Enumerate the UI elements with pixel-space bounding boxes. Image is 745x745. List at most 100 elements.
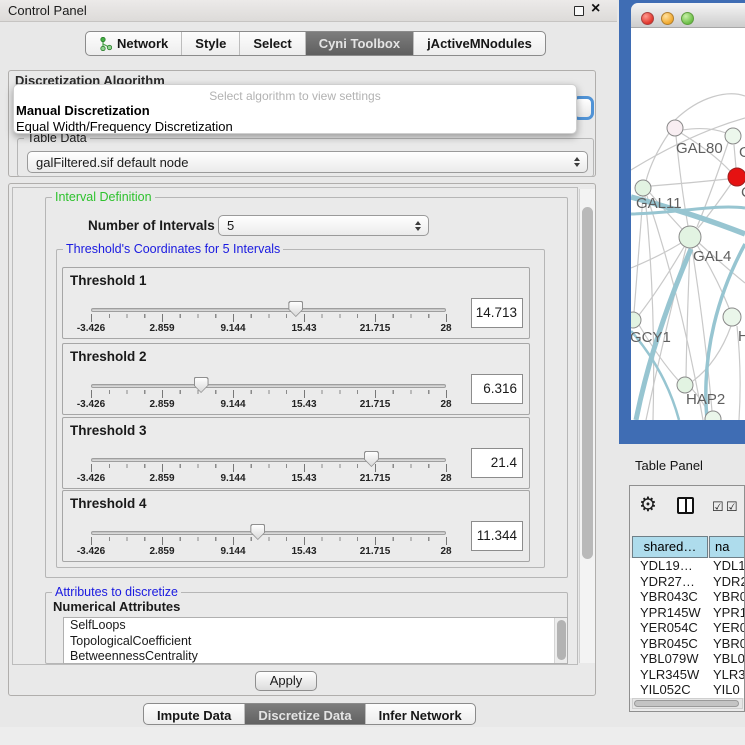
cell-shared-name: YBL079W <box>640 651 699 667</box>
table-row[interactable]: YLR345WYLR3 <box>630 667 745 683</box>
tick-label: -3.426 <box>66 473 116 484</box>
tick-label: -3.426 <box>66 546 116 557</box>
table-row[interactable]: YER054CYER0 <box>630 620 745 636</box>
zoom-traffic-light[interactable] <box>681 12 694 25</box>
column-header-shared[interactable]: shared… <box>632 536 708 558</box>
bottom-tab-bar: Impute Data Discretize Data Infer Networ… <box>143 703 476 725</box>
scrollbar-thumb[interactable] <box>634 700 739 707</box>
checkbox-icon[interactable]: ☑ <box>726 499 738 515</box>
node-gal4[interactable] <box>679 226 701 248</box>
threshold-3-box: Threshold 3 -3.4262.8599.14415.4321.7152… <box>62 417 530 489</box>
table-row[interactable]: YBR045CYBR0 <box>630 636 745 652</box>
gear-icon[interactable]: ⚙ <box>639 492 657 517</box>
tab-select[interactable]: Select <box>239 32 304 55</box>
close-traffic-light[interactable] <box>641 12 654 25</box>
node-gal80[interactable] <box>667 120 683 136</box>
tick-label: 2.859 <box>137 399 187 410</box>
scrollbar-thumb[interactable] <box>582 207 593 559</box>
tick-label: 21.715 <box>350 399 400 410</box>
popup-item-equal-width-frequency[interactable]: Equal Width/Frequency Discretization <box>14 119 576 135</box>
tab-jactivemnodules[interactable]: jActiveMNodules <box>413 32 545 55</box>
settings-vertical-scrollbar[interactable] <box>579 189 595 663</box>
tab-infer-network[interactable]: Infer Network <box>365 704 475 725</box>
tab-impute-data[interactable]: Impute Data <box>144 704 244 725</box>
table-row[interactable]: YPR145W YPR1 <box>630 605 745 621</box>
attributes-list-scrollbar[interactable] <box>554 618 567 663</box>
tab-discretize-data[interactable]: Discretize Data <box>244 704 364 725</box>
cell-name: YBR0 <box>713 636 745 652</box>
column-header-name[interactable]: na <box>709 536 745 558</box>
checkbox-icon[interactable]: ☑ <box>712 499 724 515</box>
numerical-attributes-list[interactable]: SelfLoopsTopologicalCoefficientBetweenne… <box>63 617 568 664</box>
slider-track[interactable] <box>91 308 446 312</box>
cell-name: YPR1 <box>713 605 745 621</box>
number-of-intervals-combobox[interactable]: 5 <box>218 215 429 236</box>
attributes-legend: Attributes to discretize <box>52 585 181 599</box>
table-data-combobox[interactable]: galFiltered.sif default node <box>27 151 588 173</box>
attribute-list-item[interactable]: BetweennessCentrality <box>64 649 567 664</box>
tick-label: 28 <box>421 323 471 334</box>
slider-major-ticks <box>91 390 448 398</box>
tick-label: 15.43 <box>279 473 329 484</box>
table-row[interactable]: YBL079W YBL0 <box>630 651 745 667</box>
tick-label: 9.144 <box>208 399 258 410</box>
slider-track[interactable] <box>91 458 446 462</box>
attribute-list-item[interactable]: SelfLoops <box>64 618 567 634</box>
tick-label: 9.144 <box>208 546 258 557</box>
column-layout-icon[interactable] <box>677 497 694 514</box>
tick-label: 2.859 <box>137 546 187 557</box>
cell-shared-name: YDR27… <box>640 574 695 590</box>
node[interactable] <box>723 308 741 326</box>
tab-select-label: Select <box>253 36 291 51</box>
attribute-list-item[interactable]: TopologicalCoefficient <box>64 634 567 650</box>
threshold-3-value[interactable]: 21.4 <box>471 448 523 478</box>
scrollbar-thumb[interactable] <box>557 620 566 660</box>
thresholds-legend: Threshold's Coordinates for 5 Intervals <box>63 242 283 256</box>
tab-network-label: Network <box>117 36 168 51</box>
network-canvas[interactable]: GAL80 G. GAL11 C GAL4 GCY1 H HAP2 <box>631 28 745 420</box>
tick-label: 28 <box>421 399 471 410</box>
node-label: G. <box>739 144 745 161</box>
threshold-4-box: Threshold 4 -3.4262.8599.14415.4321.7152… <box>62 490 530 562</box>
network-window-titlebar[interactable] <box>631 3 745 28</box>
tick-labels: -3.4262.8599.14415.4321.71528 <box>91 473 447 485</box>
threshold-4-label: Threshold 4 <box>70 496 147 511</box>
popup-item-manual-discretization[interactable]: Manual Discretization <box>14 103 576 119</box>
table-row[interactable]: YDR27…YDR2 <box>630 574 745 590</box>
table-horizontal-scrollbar[interactable] <box>632 698 743 709</box>
threshold-1-box: Threshold 1 -3.4262.8599.14415.4321.7152… <box>62 267 530 339</box>
cell-name: YDL1 <box>713 558 745 574</box>
tab-cyni-toolbox[interactable]: Cyni Toolbox <box>305 32 413 55</box>
tab-impute-data-label: Impute Data <box>157 708 231 723</box>
table-row[interactable]: YIL052CYIL0 <box>630 682 745 698</box>
tab-jactivemnodules-label: jActiveMNodules <box>427 36 532 51</box>
cell-shared-name: YBR043C <box>640 589 698 605</box>
tab-cyni-toolbox-label: Cyni Toolbox <box>319 36 400 51</box>
close-icon[interactable]: × <box>591 0 600 18</box>
popup-hint: Select algorithm to view settings <box>14 85 576 103</box>
apply-button[interactable]: Apply <box>255 671 317 691</box>
float-window-icon[interactable] <box>574 6 584 16</box>
table-row[interactable]: YBR043CYBR0 <box>630 589 745 605</box>
cell-shared-name: YER054C <box>640 620 698 636</box>
tick-labels: -3.4262.8599.14415.4321.71528 <box>91 399 447 411</box>
node-label: GAL4 <box>693 248 731 265</box>
node-gal11[interactable] <box>635 180 651 196</box>
slider-track[interactable] <box>91 384 446 388</box>
threshold-2-label: Threshold 2 <box>70 349 147 364</box>
tab-network[interactable]: Network <box>86 32 181 55</box>
table-row[interactable]: YDL19…YDL1 <box>630 558 745 574</box>
threshold-4-value[interactable]: 11.344 <box>471 521 523 551</box>
node-label: C <box>741 184 745 201</box>
table-panel-title: Table Panel <box>635 458 703 473</box>
minimize-traffic-light[interactable] <box>661 12 674 25</box>
cell-shared-name: YIL052C <box>640 682 691 698</box>
threshold-1-value[interactable]: 14.713 <box>471 298 523 328</box>
tab-style[interactable]: Style <box>181 32 239 55</box>
cell-name: YBL0 <box>713 651 745 667</box>
node[interactable] <box>725 128 741 144</box>
threshold-2-value[interactable]: 6.316 <box>471 374 523 404</box>
cell-shared-name: YPR145W <box>640 605 701 621</box>
tick-label: 15.43 <box>279 323 329 334</box>
slider-track[interactable] <box>91 531 446 535</box>
